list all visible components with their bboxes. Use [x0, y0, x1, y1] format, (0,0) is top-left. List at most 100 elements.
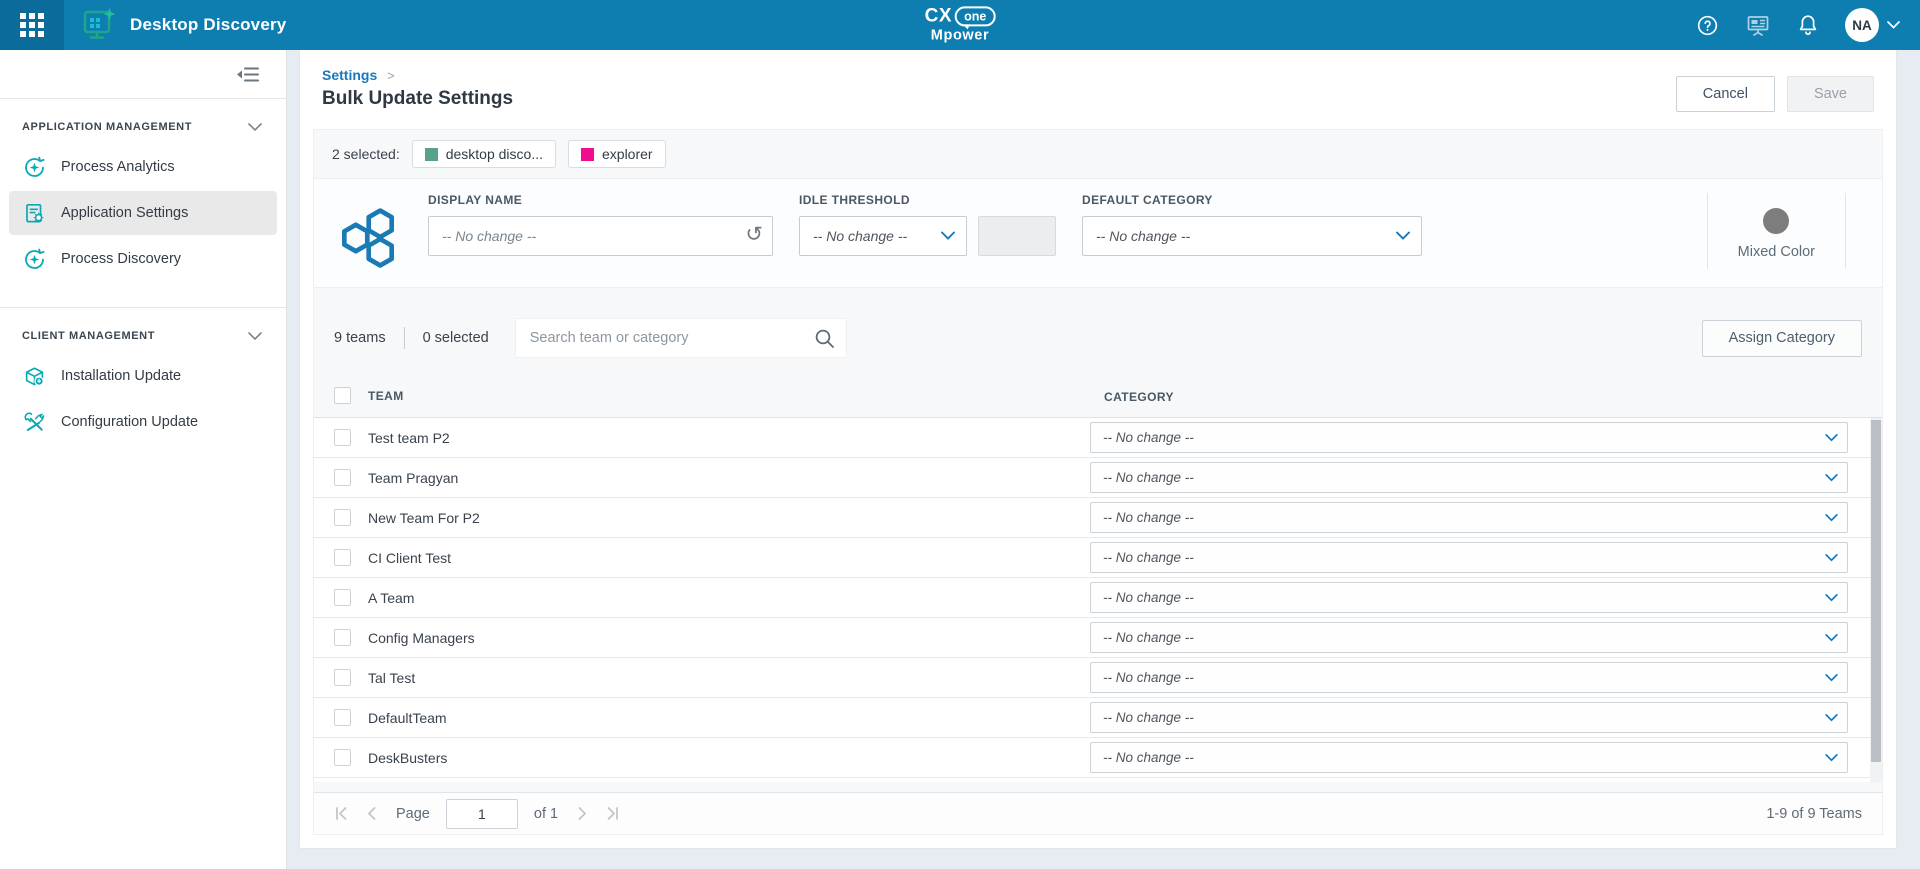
row-checkbox[interactable] — [334, 429, 351, 446]
mixed-color-circle[interactable] — [1763, 208, 1789, 234]
default-category-select[interactable]: -- No change -- — [1082, 216, 1422, 256]
row-category-value: -- No change -- — [1103, 470, 1194, 485]
select-all-checkbox[interactable] — [334, 387, 351, 404]
section-header-client-management[interactable]: CLIENT MANAGEMENT — [0, 330, 286, 342]
teams-selected-label: 0 selected — [423, 330, 489, 346]
application-chip[interactable]: desktop disco... — [412, 140, 556, 168]
search-icon[interactable] — [814, 328, 835, 349]
table-row[interactable]: Tal Test -- No change -- — [314, 658, 1882, 698]
sidebar-section-application-management: APPLICATION MANAGEMENT Process Analytics — [0, 99, 286, 308]
idle-threshold-value-input — [978, 216, 1056, 256]
app-launcher-button[interactable] — [0, 0, 64, 50]
table-row[interactable]: DeskBusters -- No change -- — [314, 738, 1882, 778]
results-range-label: 1-9 of 9 Teams — [1766, 806, 1862, 822]
help-icon[interactable] — [1696, 14, 1719, 37]
chip-label: desktop disco... — [446, 146, 543, 162]
table-row[interactable]: A Team -- No change -- — [314, 578, 1882, 618]
desktop-discovery-logo-icon — [80, 7, 118, 43]
row-checkbox[interactable] — [334, 589, 351, 606]
row-checkbox[interactable] — [334, 749, 351, 766]
chevron-down-icon — [248, 123, 262, 132]
row-category-value: -- No change -- — [1103, 550, 1194, 565]
breadcrumb-settings-link[interactable]: Settings — [322, 67, 377, 83]
team-name: Tal Test — [368, 670, 415, 686]
row-category-select[interactable]: -- No change -- — [1090, 662, 1848, 693]
row-checkbox[interactable] — [334, 509, 351, 526]
teams-count-label: 9 teams — [334, 330, 386, 346]
sidebar-item-label: Application Settings — [61, 205, 188, 221]
team-name: DeskBusters — [368, 750, 447, 766]
previous-page-icon[interactable] — [365, 806, 380, 821]
default-category-label: DEFAULT CATEGORY — [1082, 193, 1422, 207]
row-category-select[interactable]: -- No change -- — [1090, 462, 1848, 493]
table-row[interactable]: New Team For P2 -- No change -- — [314, 498, 1882, 538]
bulk-edit-form: DISPLAY NAME ↺ IDLE THRESHOLD -- No chan… — [314, 178, 1882, 288]
mixed-color-control[interactable]: Mixed Color — [1707, 193, 1846, 269]
notifications-bell-icon[interactable] — [1797, 13, 1819, 37]
chip-color-swatch — [581, 148, 594, 161]
team-name: New Team For P2 — [368, 510, 480, 526]
scrollbar-thumb[interactable] — [1871, 420, 1881, 762]
table-row[interactable]: Test team P2 -- No change -- — [314, 418, 1882, 458]
chevron-down-icon — [941, 232, 955, 241]
save-button[interactable]: Save — [1787, 76, 1874, 112]
avatar[interactable]: NA — [1845, 8, 1879, 42]
chevron-down-icon — [1825, 554, 1838, 562]
next-page-icon[interactable] — [574, 806, 589, 821]
search-input[interactable] — [515, 318, 847, 358]
sidebar-item-configuration-update[interactable]: Configuration Update — [9, 400, 277, 444]
sidebar-item-process-discovery[interactable]: Process Discovery — [9, 237, 277, 281]
table-row[interactable]: Team Pragyan -- No change -- — [314, 458, 1882, 498]
reset-icon[interactable]: ↺ — [745, 223, 763, 247]
sidebar-item-label: Configuration Update — [61, 414, 198, 430]
collapse-sidebar-icon[interactable] — [236, 66, 260, 83]
application-chip[interactable]: explorer — [568, 140, 666, 168]
breadcrumb-separator: > — [387, 68, 395, 83]
sidebar-section-client-management: CLIENT MANAGEMENT Installation — [0, 308, 286, 466]
teams-toolbar: 9 teams 0 selected Assign Category — [314, 318, 1882, 374]
cancel-button[interactable]: Cancel — [1676, 76, 1775, 112]
mixed-color-label: Mixed Color — [1738, 244, 1815, 260]
table-row[interactable]: DefaultTeam -- No change -- — [314, 698, 1882, 738]
row-checkbox[interactable] — [334, 709, 351, 726]
idle-threshold-select[interactable]: -- No change -- — [799, 216, 967, 256]
row-category-select[interactable]: -- No change -- — [1090, 622, 1848, 653]
row-checkbox[interactable] — [334, 669, 351, 686]
chip-label: explorer — [602, 146, 653, 162]
chevron-down-icon — [248, 332, 262, 341]
team-name: CI Client Test — [368, 550, 451, 566]
sidebar-item-installation-update[interactable]: Installation Update — [9, 354, 277, 398]
table-row[interactable]: Config Managers -- No change -- — [314, 618, 1882, 658]
table-scrollbar[interactable] — [1870, 418, 1882, 782]
bulk-update-panel: 2 selected: desktop disco... explorer — [313, 129, 1883, 835]
presentation-icon[interactable] — [1745, 13, 1771, 37]
process-discovery-icon — [23, 248, 46, 271]
row-category-select[interactable]: -- No change -- — [1090, 422, 1848, 453]
avatar-chevron-down-icon — [1887, 21, 1900, 29]
page-number-input[interactable] — [446, 799, 518, 829]
page-label: Page — [396, 806, 430, 822]
row-category-value: -- No change -- — [1103, 630, 1194, 645]
row-checkbox[interactable] — [334, 549, 351, 566]
row-checkbox[interactable] — [334, 629, 351, 646]
assign-category-button[interactable]: Assign Category — [1702, 320, 1862, 357]
row-checkbox[interactable] — [334, 469, 351, 486]
last-page-icon[interactable] — [605, 806, 620, 821]
teams-table-body: Test team P2 -- No change -- — [314, 418, 1882, 782]
row-category-value: -- No change -- — [1103, 430, 1194, 445]
sidebar-item-application-settings[interactable]: Application Settings — [9, 191, 277, 235]
team-name: Config Managers — [368, 630, 475, 646]
row-category-select[interactable]: -- No change -- — [1090, 702, 1848, 733]
row-category-select[interactable]: -- No change -- — [1090, 502, 1848, 533]
sidebar-item-process-analytics[interactable]: Process Analytics — [9, 145, 277, 189]
row-category-select[interactable]: -- No change -- — [1090, 542, 1848, 573]
first-page-icon[interactable] — [334, 806, 349, 821]
display-name-input[interactable] — [428, 216, 773, 256]
row-category-select[interactable]: -- No change -- — [1090, 742, 1848, 773]
sidebar-item-label: Process Discovery — [61, 251, 181, 267]
table-row[interactable]: CI Client Test -- No change -- — [314, 538, 1882, 578]
chevron-down-icon — [1396, 232, 1410, 241]
row-category-select[interactable]: -- No change -- — [1090, 582, 1848, 613]
section-header-application-management[interactable]: APPLICATION MANAGEMENT — [0, 121, 286, 133]
user-menu[interactable]: NA — [1845, 8, 1900, 42]
